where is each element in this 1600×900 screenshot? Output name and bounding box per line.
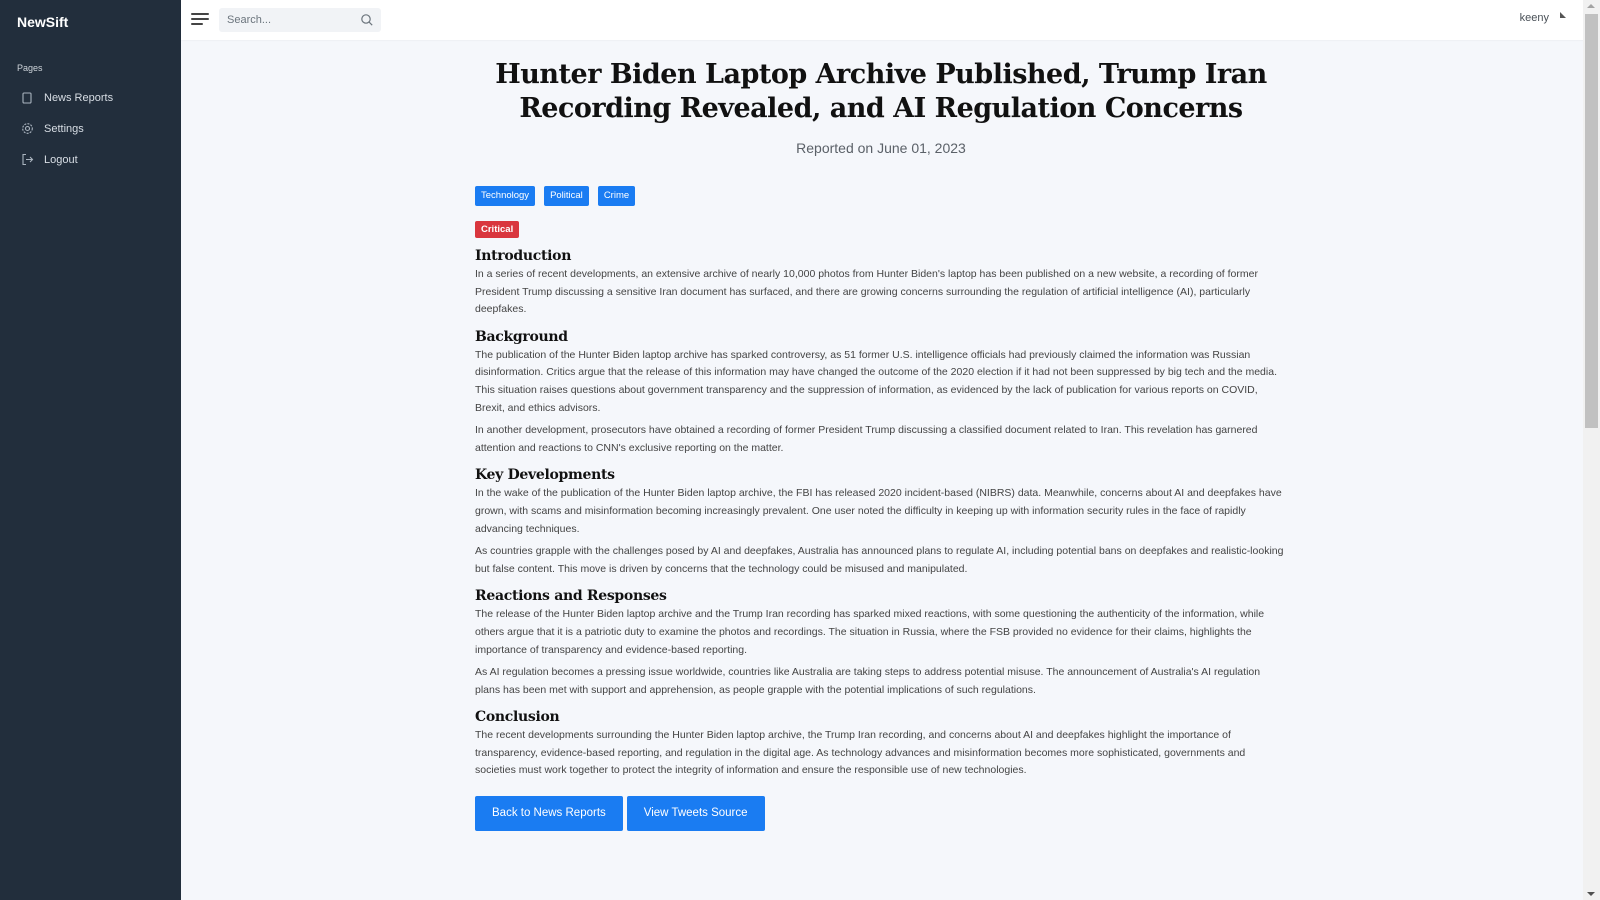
report-date: Reported on June 01, 2023: [796, 140, 966, 156]
section-heading: Conclusion: [475, 709, 560, 726]
document-icon: [20, 91, 34, 105]
scroll-down-arrow-icon[interactable]: [1587, 892, 1595, 896]
hamburger-menu-icon[interactable]: [191, 12, 209, 27]
section-paragraph: The release of the Hunter Biden laptop a…: [475, 608, 1265, 656]
top-navbar: keeny: [181, 0, 1585, 40]
section-paragraph: The recent developments surrounding the …: [475, 729, 1246, 777]
section-paragraph: In a series of recent developments, an e…: [475, 268, 1258, 316]
scroll-up-arrow-icon[interactable]: [1587, 4, 1595, 8]
view-tweets-source-button[interactable]: View Tweets Source: [626, 796, 765, 832]
section-paragraph: As countries grapple with the challenges…: [475, 545, 1284, 575]
sidebar-nav: News Reports Settings Logout: [0, 82, 181, 175]
tag-badge: Crime: [597, 186, 636, 206]
sidebar-item-settings[interactable]: Settings: [0, 113, 181, 144]
section-heading: Introduction: [475, 248, 572, 264]
brand-logo[interactable]: NewSift: [17, 14, 68, 30]
section-paragraph: In another development, prosecutors have…: [475, 424, 1258, 454]
logout-icon: [20, 153, 34, 167]
chevron-down-icon: [1559, 10, 1567, 18]
sidebar-section-header: Pages: [17, 63, 43, 73]
section-paragraph: In the wake of the publication of the Hu…: [475, 487, 1282, 535]
sidebar-item-label: News Reports: [44, 91, 114, 104]
sidebar-item-logout[interactable]: Logout: [0, 144, 181, 175]
section-paragraph: The publication of the Hunter Biden lapt…: [475, 348, 1277, 414]
article-actions: Back to News Reports View Tweets Source: [475, 796, 1287, 832]
section-paragraph: As AI regulation becomes a pressing issu…: [475, 666, 1261, 696]
back-to-news-reports-button[interactable]: Back to News Reports: [475, 796, 623, 832]
search-input[interactable]: [219, 8, 353, 32]
tag-badge: Technology: [475, 186, 536, 206]
sidebar-item-news-reports[interactable]: News Reports: [0, 82, 181, 113]
user-menu[interactable]: keeny: [1520, 12, 1567, 24]
sidebar-item-label: Settings: [44, 122, 84, 135]
section-heading: Background: [475, 328, 568, 345]
tag-badge: Political: [544, 186, 589, 206]
section-heading: Key Developments: [475, 467, 615, 484]
section-heading: Reactions and Responses: [475, 588, 667, 605]
scrollbar-thumb[interactable]: [1585, 14, 1598, 428]
severity-badge: Critical: [475, 221, 520, 238]
tag-list: Technology Political Crime: [475, 186, 1287, 206]
sidebar-item-label: Logout: [44, 153, 78, 166]
username: keeny: [1519, 12, 1549, 24]
search-box: [219, 8, 381, 32]
article: Hunter Biden Laptop Archive Published, T…: [475, 58, 1287, 832]
gear-icon: [20, 122, 34, 136]
page-scrollbar[interactable]: [1583, 0, 1600, 900]
page-title: Hunter Biden Laptop Archive Published, T…: [495, 59, 1267, 124]
sidebar: NewSift Pages News Reports Settings Logo…: [0, 0, 181, 900]
search-icon[interactable]: [360, 13, 374, 27]
